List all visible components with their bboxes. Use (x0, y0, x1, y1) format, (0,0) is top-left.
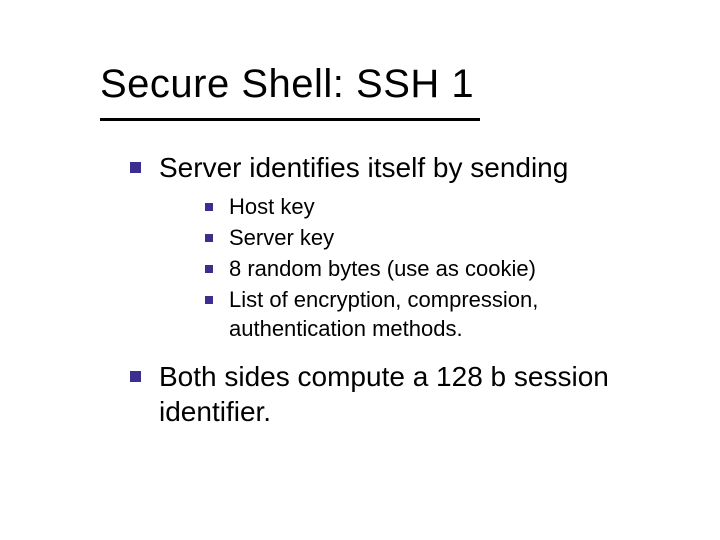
bullet-level2: Server key (205, 224, 660, 252)
bullet-text: Server key (229, 224, 334, 252)
slide-content: Server identifies itself by sending Host… (100, 150, 660, 437)
bullet-level2: Host key (205, 193, 660, 221)
slide: Secure Shell: SSH 1 Server identifies it… (0, 0, 720, 540)
square-bullet-icon (130, 371, 141, 382)
bullet-level2: List of encryption, compression, authent… (205, 286, 660, 342)
bullet-text: Host key (229, 193, 315, 221)
sub-bullet-group: Host key Server key 8 random bytes (use … (205, 193, 660, 343)
bullet-level1: Both sides compute a 128 b session ident… (130, 359, 660, 429)
square-bullet-icon (205, 265, 213, 273)
title-underline (100, 118, 480, 121)
bullet-text: 8 random bytes (use as cookie) (229, 255, 536, 283)
bullet-text: Both sides compute a 128 b session ident… (159, 359, 660, 429)
square-bullet-icon (205, 234, 213, 242)
square-bullet-icon (205, 296, 213, 304)
bullet-text: Server identifies itself by sending (159, 150, 568, 185)
square-bullet-icon (130, 162, 141, 173)
slide-title: Secure Shell: SSH 1 (100, 62, 474, 107)
bullet-level1: Server identifies itself by sending (130, 150, 660, 185)
bullet-text: List of encryption, compression, authent… (229, 286, 659, 342)
square-bullet-icon (205, 203, 213, 211)
bullet-level2: 8 random bytes (use as cookie) (205, 255, 660, 283)
